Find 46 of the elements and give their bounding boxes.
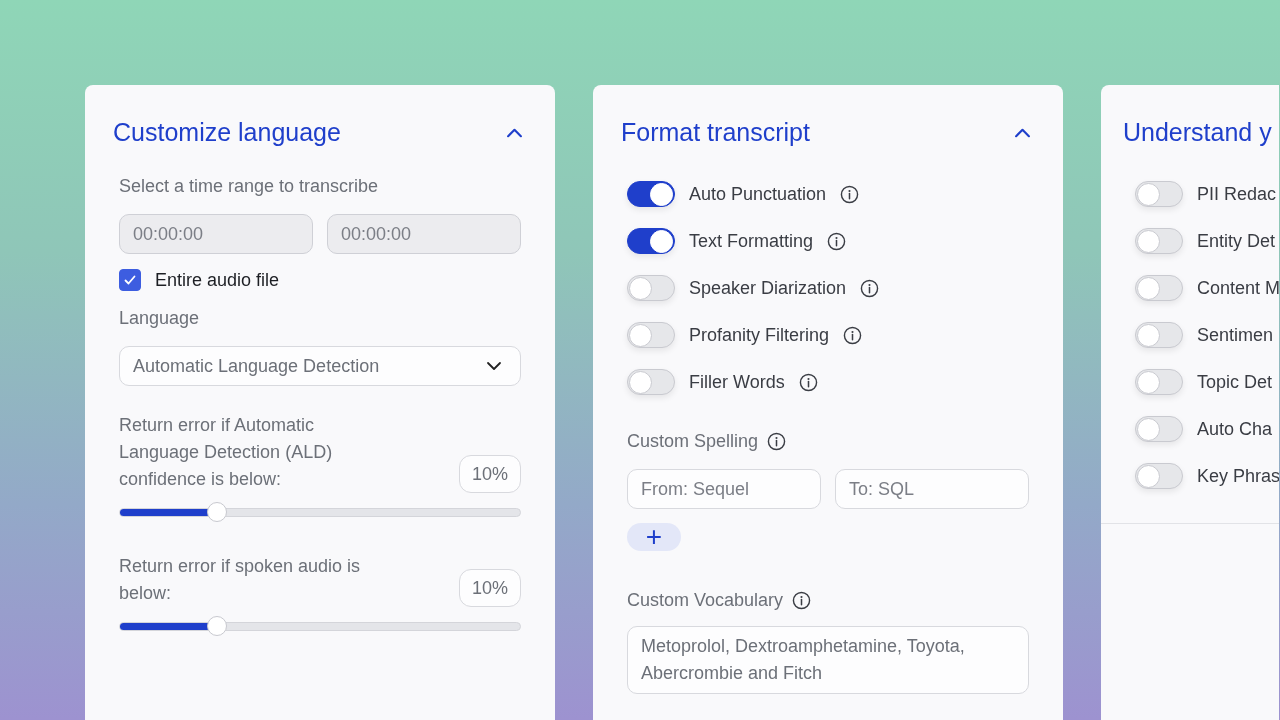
toggle-label: Key Phras: [1197, 465, 1279, 487]
toggle-label: Entity Det: [1197, 230, 1276, 252]
chevron-icon[interactable]: [506, 126, 523, 138]
toggle-label: Content M: [1197, 277, 1279, 299]
info-icon[interactable]: [792, 591, 812, 610]
info-icon[interactable]: [843, 325, 863, 345]
field-label: Select a time range to transcribe: [119, 175, 380, 198]
language-dropdown[interactable]: Automatic Language Detection: [119, 346, 521, 386]
field-label: Custom Spelling: [627, 430, 759, 453]
slider[interactable]: [119, 501, 521, 523]
threshold-label: Return error if Automatic Language Detection (ALD) confidence is below:: [119, 414, 334, 491]
add-button[interactable]: +: [627, 523, 681, 551]
toggle-label: Filler Words: [689, 371, 785, 393]
toggle-label: PII Redac: [1197, 183, 1277, 205]
info-icon[interactable]: [860, 278, 880, 298]
info-icon[interactable]: [840, 184, 860, 204]
checkbox[interactable]: [119, 269, 141, 291]
from-field[interactable]: From: Sequel: [627, 469, 821, 509]
to-field[interactable]: To: SQL: [835, 469, 1029, 509]
chevron-icon[interactable]: [1014, 126, 1031, 138]
info-icon[interactable]: [827, 231, 847, 251]
slider[interactable]: [119, 615, 521, 637]
toggle-label: Speaker Diarization: [689, 277, 847, 299]
checkbox-label: Entire audio file: [155, 269, 280, 291]
toggle-label: Auto Punctuation: [689, 183, 827, 205]
vocabulary-field[interactable]: Metoprolol, Dextroamphetamine, Toyota, Abercrombie and Fitch: [627, 626, 1029, 694]
toggle-switch[interactable]: [627, 228, 675, 254]
toggle-switch[interactable]: [627, 181, 675, 207]
toggle-label: Profanity Filtering: [689, 324, 830, 346]
toggle-label: Topic Det: [1197, 371, 1273, 393]
chevron-icon: [486, 361, 502, 371]
percent-field[interactable]: 10%: [459, 569, 521, 607]
info-icon[interactable]: [767, 432, 787, 451]
slider-thumb[interactable]: [207, 616, 228, 636]
percent-field[interactable]: 10%: [459, 455, 521, 493]
toggle-label: Sentimen: [1197, 324, 1274, 346]
card-title: Customize language: [113, 117, 341, 147]
info-icon[interactable]: [798, 372, 818, 392]
card-title: Format transcript: [621, 117, 810, 147]
slider-thumb[interactable]: [207, 502, 228, 522]
toggle-label: Auto Cha: [1197, 418, 1273, 440]
toggle-label: Text Formatting: [689, 230, 814, 252]
field-label: Language: [119, 307, 201, 330]
field-label: Custom Vocabulary: [627, 589, 784, 612]
card-title: Understand y: [1123, 117, 1272, 147]
threshold-label: Return error if spoken audio is below:: [119, 555, 362, 605]
